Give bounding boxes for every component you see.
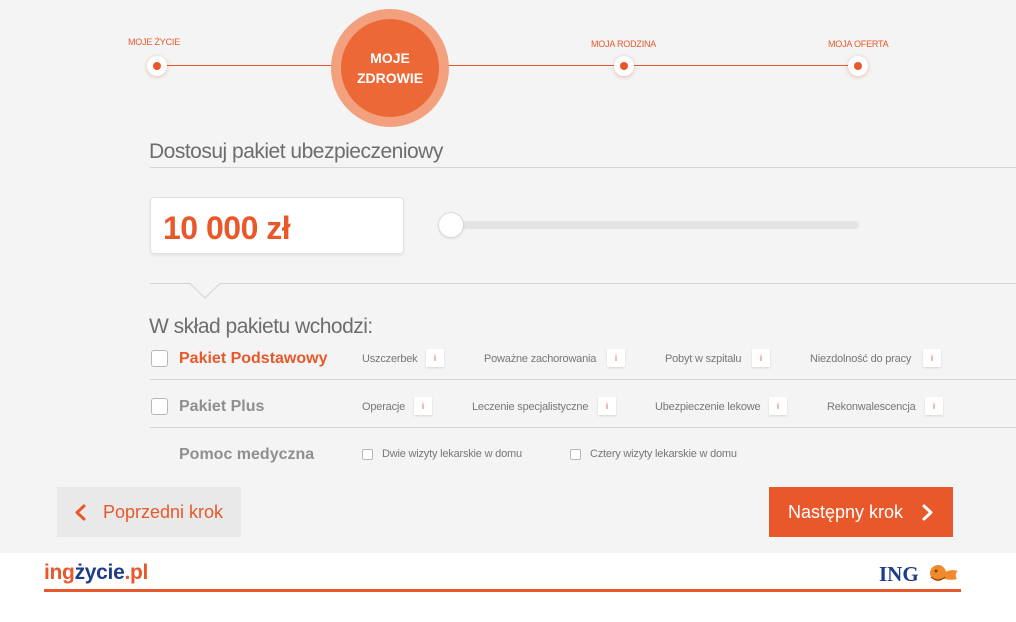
ing-lion-icon [930,565,958,581]
amount-slider-handle[interactable] [439,213,463,237]
progress-track [440,65,860,66]
previous-step-button[interactable]: Poprzedni krok [57,487,241,537]
feature-label: Leczenie specjalistyczne [472,401,589,413]
site-logo[interactable]: ingżycie.pl [44,561,148,585]
step-label-family: MOJA RODZINA [591,39,657,49]
info-icon[interactable]: i [426,349,444,367]
notched-divider [150,283,1016,299]
option-four-visits-checkbox[interactable] [570,449,581,460]
feature-label: Pobyt w szpitalu [665,353,742,365]
divider [150,167,1016,168]
logo-prefix: ing [44,561,75,584]
option-two-visits-checkbox[interactable] [362,449,373,460]
medical-help-name: Pomoc medyczna [179,446,315,463]
feature-label: Ubezpieczenie lekowe [655,401,761,413]
step-current-health[interactable]: MOJE ZDROWIE [331,9,449,127]
package-plus-name: Pakiet Plus [179,398,265,415]
package-basic-name: Pakiet Podstawowy [179,350,328,367]
step-current-line1: MOJE [370,50,410,66]
option-label: Dwie wizyty lekarskie w domu [382,448,522,460]
logo-suffix: .pl [124,561,149,584]
feature-label: Uszczerbek [362,353,418,365]
info-icon[interactable]: i [752,349,770,367]
chevron-left-icon [75,504,86,521]
info-icon[interactable]: i [414,397,432,415]
footer-accent-line [44,589,961,592]
next-step-button[interactable]: Następny krok [769,487,953,537]
feature-label: Poważne zachorowania [484,353,597,365]
package-basic-checkbox[interactable] [151,350,168,367]
package-section-title: W skład pakietu wchodzi: [149,315,373,338]
logo-middle: życie [74,561,125,584]
info-icon[interactable]: i [923,349,941,367]
option-label: Cztery wizyty lekarskie w domu [590,448,737,460]
feature-label: Operacje [362,401,406,413]
step-dot-offer[interactable] [848,56,868,76]
info-icon[interactable]: i [607,349,625,367]
next-step-label: Następny krok [788,502,904,522]
feature-label: Niezdolność do pracy [810,353,912,365]
section-title: Dostosuj pakiet ubezpieczeniowy [149,140,443,163]
ing-brand-text: ING [879,562,919,586]
progress-track [157,65,342,66]
step-dot-life[interactable] [147,56,167,76]
step-dot-family[interactable] [614,56,634,76]
package-plus-checkbox[interactable] [151,398,168,415]
info-icon[interactable]: i [769,397,787,415]
chevron-right-icon [922,504,933,521]
step-current-line2: ZDROWIE [356,70,424,86]
amount-value: 10 000 zł [163,210,291,246]
row-divider [150,379,1016,380]
previous-step-label: Poprzedni krok [103,502,224,522]
feature-label: Rekonwalescencja [827,401,916,413]
info-icon[interactable]: i [925,397,943,415]
step-label-offer: MOJA OFERTA [828,39,889,49]
step-label-life: MOJE ŻYCIE [128,37,181,47]
amount-slider-track[interactable] [447,221,859,229]
row-divider [150,427,1016,428]
info-icon[interactable]: i [598,397,616,415]
